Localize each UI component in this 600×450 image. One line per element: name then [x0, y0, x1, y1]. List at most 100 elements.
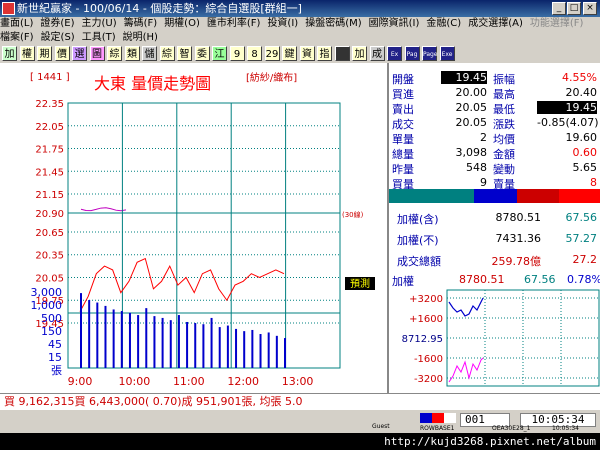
volume-bar: [137, 315, 140, 368]
mini-header-text: 8780.51: [459, 273, 505, 286]
menu-item[interactable]: 成交選擇(A): [468, 17, 523, 31]
quote-panel: 開盤 19.45 振幅 4.55% 買進 20.00 最高 20.40 賣出 20.05 最低 19.…: [387, 63, 600, 393]
toolbar-button[interactable]: Pag: [404, 46, 420, 61]
quote-value: 20.05: [455, 116, 488, 129]
index-label: 成交總額: [397, 255, 441, 268]
volume-tick-label: 150: [41, 325, 62, 338]
menu-item[interactable]: 檔案(F): [0, 31, 34, 45]
quote-row: 開盤 19.45 振幅 4.55%: [389, 71, 600, 86]
footer-url: http://kujd3268.pixnet.net/album: [384, 435, 596, 448]
menu-item[interactable]: 投資(I): [267, 17, 298, 31]
toolbar-button[interactable]: 加: [2, 46, 17, 61]
volume-bar: [104, 305, 107, 368]
toolbar-button[interactable]: 類: [124, 46, 140, 61]
maximize-button[interactable]: □: [567, 2, 581, 15]
server-label: ROWBASE1: [420, 425, 455, 432]
volume-tick-label: 張: [51, 364, 62, 377]
y-tick-label: 20.05: [35, 273, 64, 284]
stock-code: [ 1441 ]: [30, 72, 70, 83]
quote-label: 變動: [493, 163, 515, 176]
toolbar-button[interactable]: 加: [352, 46, 367, 61]
menu-item[interactable]: 工具(T): [82, 31, 116, 45]
time-label: 10:05:34: [552, 425, 579, 432]
mini-y-label: +3200: [409, 294, 443, 305]
mini-y-label: -1600: [414, 354, 443, 365]
toolbar: 加權期價選圖綜類儲綜智委江 9 8 29 鍵資指加成 Ex Pag Page Exe: [0, 45, 600, 63]
window-title: 新世紀贏家 - 100/06/14 - 個股走勢：綜合自選股[群組一]: [17, 2, 302, 15]
quote-value: 20.05: [455, 101, 488, 114]
quote-label: 總量: [392, 148, 414, 161]
close-button[interactable]: ×: [583, 2, 597, 15]
volume-tick-label: 45: [48, 338, 62, 351]
index-value: 8780.51: [495, 211, 542, 224]
mini-header-text: 67.56: [524, 273, 556, 286]
volume-bar: [169, 320, 172, 368]
toolbar-button[interactable]: Page: [422, 46, 438, 61]
menu-item[interactable]: 證券(E): [40, 17, 74, 31]
toolbar-button[interactable]: 29: [264, 46, 280, 61]
toolbar-button[interactable]: 智: [177, 46, 192, 61]
quote-value: 0.60: [572, 146, 598, 159]
quote-label: 振幅: [493, 73, 515, 86]
toolbar-button[interactable]: 期: [37, 46, 52, 61]
volume-bar: [202, 324, 205, 368]
menu-item[interactable]: 說明(H): [123, 31, 158, 45]
toolbar-button[interactable]: 指: [317, 46, 332, 61]
toolbar-button[interactable]: Ex: [387, 46, 402, 61]
quote-label: 最高: [493, 88, 515, 101]
mini-y-label: +1600: [409, 314, 443, 325]
price-volume-chart: [ 1441 ] 大東 量價走勢圖 [紡紗/織布] 22.35 22.05 21.75 21…: [0, 63, 385, 393]
volume-bar: [259, 334, 262, 368]
volume-bar: [235, 328, 238, 368]
toolbar-button[interactable]: 資: [299, 46, 315, 61]
menu-item-disabled: 功能選擇(F): [529, 18, 584, 29]
menu-item[interactable]: 期權(O): [164, 17, 200, 31]
toolbar-button[interactable]: 8: [247, 46, 262, 61]
quote-value: 2: [480, 131, 487, 144]
menu-item[interactable]: 畫面(L): [0, 17, 33, 31]
menu-item[interactable]: 匯市利率(F): [207, 17, 261, 31]
menu-item[interactable]: 操盤密碼(M): [305, 17, 361, 31]
volume-bar: [145, 308, 148, 368]
quote-value: 3,098: [455, 146, 488, 159]
index-pct: 27.2: [572, 253, 598, 266]
toolbar-button[interactable]: 9: [229, 46, 245, 61]
volume-bar: [226, 325, 229, 368]
menu-item[interactable]: 籌碼(F): [124, 17, 158, 31]
menu-item[interactable]: 主力(U): [82, 17, 117, 31]
average-price-line: [80, 207, 127, 212]
menu-item[interactable]: 金融(C): [426, 17, 461, 31]
quote-label: 賣出: [392, 103, 414, 116]
menu-item[interactable]: 國際資訊(I): [369, 17, 420, 31]
ref-label: (30線): [342, 210, 364, 219]
toolbar-button[interactable]: 儲: [142, 46, 157, 61]
quote-value: 19.45: [441, 71, 487, 84]
forecast-badge[interactable]: 預測: [350, 277, 370, 290]
toolbar-button[interactable]: 江: [212, 46, 227, 61]
quote-value: 20.00: [455, 86, 488, 99]
mini-index-chart: +3200 +1600 8712.95 -1600 -3200: [402, 289, 600, 387]
quote-value: -0.85(4.07): [537, 116, 599, 129]
toolbar-button[interactable]: 鍵: [282, 46, 297, 61]
volume-bar: [284, 338, 286, 368]
toolbar-button[interactable]: Exe: [439, 46, 455, 61]
volume-bar: [88, 300, 91, 368]
volume-bar: [80, 293, 82, 368]
toolbar-button[interactable]: 綜: [159, 46, 175, 61]
toolbar-button[interactable]: 價: [54, 46, 70, 61]
volume-bar: [96, 302, 99, 368]
quote-value: 4.55%: [562, 71, 597, 84]
toolbar-button[interactable]: 成: [369, 46, 385, 61]
toolbar-button[interactable]: 選: [72, 46, 87, 61]
minimize-button[interactable]: _: [552, 2, 566, 15]
toolbar-button[interactable]: 委: [194, 46, 210, 61]
volume-tick-label: 1,000: [31, 299, 63, 312]
quote-row: 總量 3,098 金額 0.60: [389, 146, 600, 161]
toolbar-button[interactable]: [334, 46, 350, 61]
stock-category: [紡紗/織布]: [246, 71, 297, 84]
toolbar-button[interactable]: 綜: [107, 46, 122, 61]
menu-item[interactable]: 設定(S): [41, 31, 75, 45]
toolbar-button[interactable]: 權: [19, 46, 35, 61]
toolbar-button[interactable]: 圖: [89, 46, 105, 61]
index-value: 7431.36: [495, 232, 542, 245]
